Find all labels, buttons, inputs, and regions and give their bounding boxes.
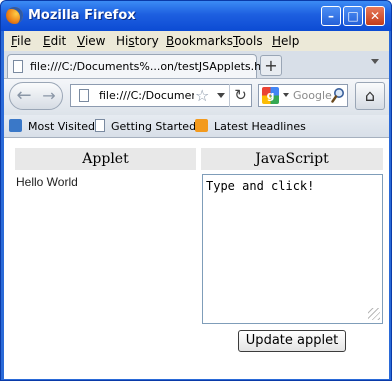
navigation-toolbar: ← → file:///C:/Documer ☆ ↻ g Google ⌂ — [4, 79, 389, 115]
menu-tools[interactable]: Tools — [233, 34, 263, 48]
close-button[interactable]: ✕ — [365, 6, 385, 26]
menu-view-accesskey: V — [77, 34, 85, 48]
applet-output: Hello World — [16, 175, 78, 189]
menu-help-accesskey: H — [272, 34, 282, 48]
page-content: Applet JavaScript Hello World Type and c… — [4, 138, 389, 379]
page-icon — [95, 119, 105, 132]
chevron-down-icon[interactable] — [283, 93, 289, 97]
menu-tools-label: ools — [238, 34, 263, 48]
menu-bookmarks-accesskey: B — [166, 34, 175, 48]
bookmark-latest-headlines[interactable]: Latest Headlines — [195, 119, 306, 133]
window-title: Mozilla Firefox — [28, 8, 136, 23]
applet-header: Applet — [15, 148, 196, 170]
tab-label: file:///C:/Documents%...on/testJSApplets… — [30, 60, 277, 73]
menu-edit-accesskey: E — [43, 34, 51, 48]
bookmark-most-visited[interactable]: Most Visited — [9, 119, 95, 133]
menu-bookmarks-label: ookmarks — [174, 34, 234, 48]
menu-view[interactable]: View — [77, 34, 105, 48]
title-bar[interactable]: Mozilla Firefox – □ ✕ — [1, 1, 391, 31]
maximize-button[interactable]: □ — [343, 6, 363, 26]
javascript-textarea[interactable]: Type and click! — [202, 174, 383, 324]
menu-history-label: tory — [134, 34, 159, 48]
reload-button[interactable]: ↻ — [229, 84, 251, 107]
search-icon[interactable] — [331, 87, 345, 104]
menu-edit-label: dit — [50, 34, 67, 48]
menu-help[interactable]: Help — [272, 34, 299, 48]
forward-button[interactable]: → — [38, 84, 60, 108]
firefox-logo-icon — [6, 7, 23, 24]
url-text[interactable]: file:///C:/Documer — [99, 89, 194, 102]
bookmark-label: Latest Headlines — [214, 120, 306, 133]
bookmark-label: Most Visited — [28, 120, 95, 133]
back-button[interactable]: ← — [11, 84, 37, 108]
page-icon — [79, 89, 89, 102]
tab-active[interactable]: file:///C:/Documents%...on/testJSApplets… — [7, 54, 276, 78]
chevron-down-icon[interactable] — [217, 93, 225, 98]
menu-help-label: elp — [281, 34, 300, 48]
menu-file[interactable]: File — [11, 34, 31, 48]
browser-window: Mozilla Firefox – □ ✕ File Edit View His… — [0, 0, 392, 381]
search-bar[interactable]: g Google — [258, 84, 348, 107]
minimize-button[interactable]: – — [321, 6, 341, 26]
url-bar[interactable]: file:///C:/Documer ☆ ↻ — [70, 84, 252, 107]
resize-grip-icon[interactable] — [368, 308, 380, 320]
menu-view-label: iew — [84, 34, 106, 48]
menu-file-label: ile — [17, 34, 32, 48]
update-applet-button[interactable]: Update applet — [238, 330, 346, 352]
rss-icon — [195, 119, 208, 132]
home-button[interactable]: ⌂ — [355, 82, 385, 110]
javascript-header: JavaScript — [201, 148, 383, 170]
back-forward-group: ← → — [9, 82, 63, 110]
google-icon[interactable]: g — [262, 87, 279, 104]
page-icon — [13, 60, 23, 73]
bookmark-star-icon[interactable]: ☆ — [195, 86, 209, 105]
new-tab-button[interactable]: + — [260, 55, 282, 76]
tab-strip: file:///C:/Documents%...on/testJSApplets… — [4, 51, 389, 79]
menu-bar: File Edit View History Bookmarks Tools H… — [4, 31, 389, 51]
chevron-down-icon[interactable] — [371, 59, 379, 64]
menu-history-pre: Hi — [116, 34, 129, 48]
menu-bookmarks[interactable]: Bookmarks — [166, 34, 233, 48]
menu-history[interactable]: History — [116, 34, 159, 48]
bookmarks-toolbar: Most Visited Getting Started Latest Head… — [4, 115, 389, 138]
bookmark-getting-started[interactable]: Getting Started — [95, 119, 196, 133]
menu-edit[interactable]: Edit — [43, 34, 66, 48]
search-input[interactable]: Google — [293, 89, 332, 102]
most-visited-icon — [9, 119, 22, 132]
bookmark-label: Getting Started — [111, 120, 197, 133]
